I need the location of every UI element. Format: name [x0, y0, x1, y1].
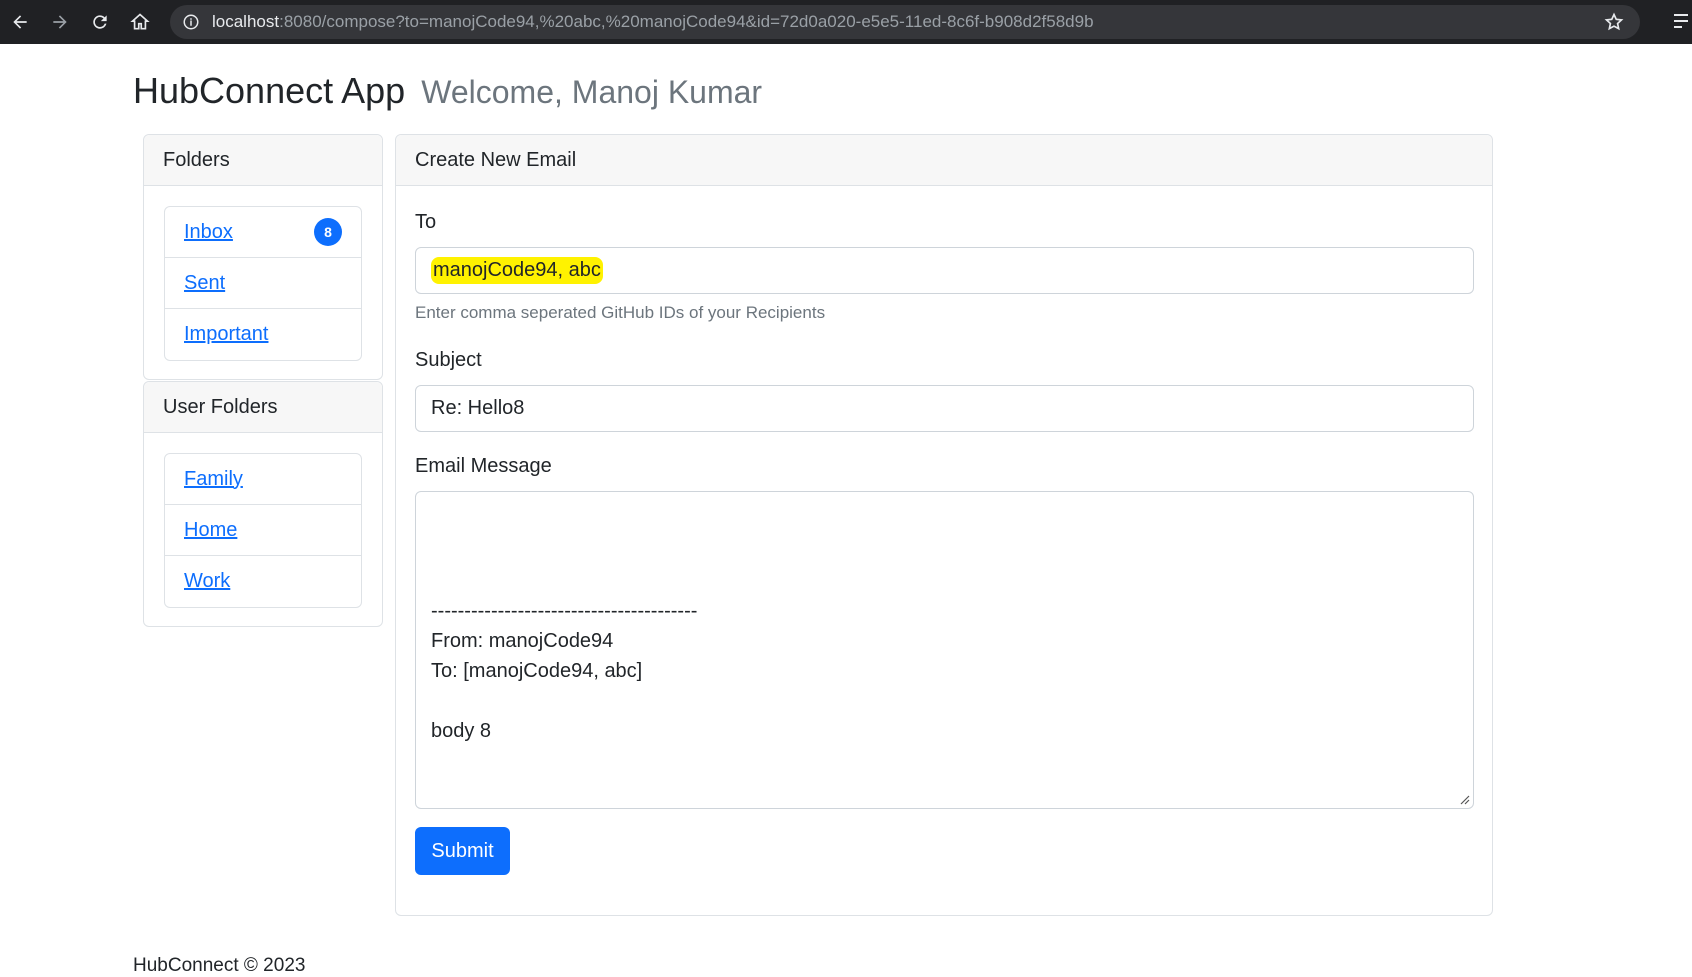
message-textarea-value: ----------------------------------------…: [431, 600, 698, 742]
folder-item-inbox[interactable]: Inbox 8: [165, 207, 361, 258]
bookmark-star-icon[interactable]: [1604, 12, 1624, 32]
inbox-link[interactable]: Inbox: [184, 221, 233, 244]
work-link[interactable]: Work: [184, 570, 230, 593]
unread-count-badge: 8: [314, 218, 342, 246]
page-title: HubConnect App Welcome, Manoj Kumar: [133, 70, 762, 112]
folder-item-home[interactable]: Home: [165, 505, 361, 556]
welcome-text: Welcome, Manoj Kumar: [421, 74, 763, 110]
resize-handle-icon[interactable]: [1458, 793, 1470, 805]
important-link[interactable]: Important: [184, 323, 268, 346]
to-help-text: Enter comma seperated GitHub IDs of your…: [415, 303, 826, 322]
user-folders-list: Family Home Work: [164, 453, 362, 608]
to-label: To: [415, 211, 437, 233]
url-host: localhost: [212, 12, 280, 31]
compose-card: Create New Email To manojCode94, abc Ent…: [395, 134, 1493, 916]
compose-header: Create New Email: [396, 135, 1492, 186]
folder-item-work[interactable]: Work: [165, 556, 361, 607]
message-textarea[interactable]: ----------------------------------------…: [415, 491, 1474, 809]
folder-item-sent[interactable]: Sent: [165, 258, 361, 309]
family-link[interactable]: Family: [184, 468, 243, 491]
app-name: HubConnect App: [133, 70, 406, 111]
back-arrow-icon[interactable]: [0, 0, 40, 44]
forward-arrow-icon[interactable]: [40, 0, 80, 44]
folders-card: Folders Inbox 8 Sent Important: [143, 134, 383, 380]
folders-list: Inbox 8 Sent Important: [164, 206, 362, 361]
subject-input-value: Re: Hello8: [431, 397, 525, 419]
home-link[interactable]: Home: [184, 519, 237, 542]
user-folders-header: User Folders: [144, 382, 382, 433]
subject-input[interactable]: Re: Hello8: [415, 385, 1474, 432]
to-input-value: manojCode94, abc: [431, 257, 603, 284]
message-label: Email Message: [415, 455, 552, 477]
folder-item-important[interactable]: Important: [165, 309, 361, 360]
sent-link[interactable]: Sent: [184, 272, 225, 295]
to-input[interactable]: manojCode94, abc: [415, 247, 1474, 294]
submit-button[interactable]: Submit: [415, 827, 510, 875]
address-bar[interactable]: localhost:8080/compose?to=manojCode94,%2…: [170, 5, 1640, 39]
info-icon[interactable]: [182, 13, 200, 31]
browser-toolbar: localhost:8080/compose?to=manojCode94,%2…: [0, 0, 1692, 44]
reading-list-icon[interactable]: [1672, 10, 1692, 34]
url-path: :8080/compose?to=manojCode94,%20abc,%20m…: [279, 12, 1094, 31]
folder-item-family[interactable]: Family: [165, 454, 361, 505]
subject-label: Subject: [415, 349, 482, 371]
reload-icon[interactable]: [80, 0, 120, 44]
home-icon[interactable]: [120, 0, 160, 44]
footer-copyright: HubConnect © 2023: [133, 955, 306, 976]
user-folders-card: User Folders Family Home Work: [143, 381, 383, 627]
folders-header: Folders: [144, 135, 382, 186]
